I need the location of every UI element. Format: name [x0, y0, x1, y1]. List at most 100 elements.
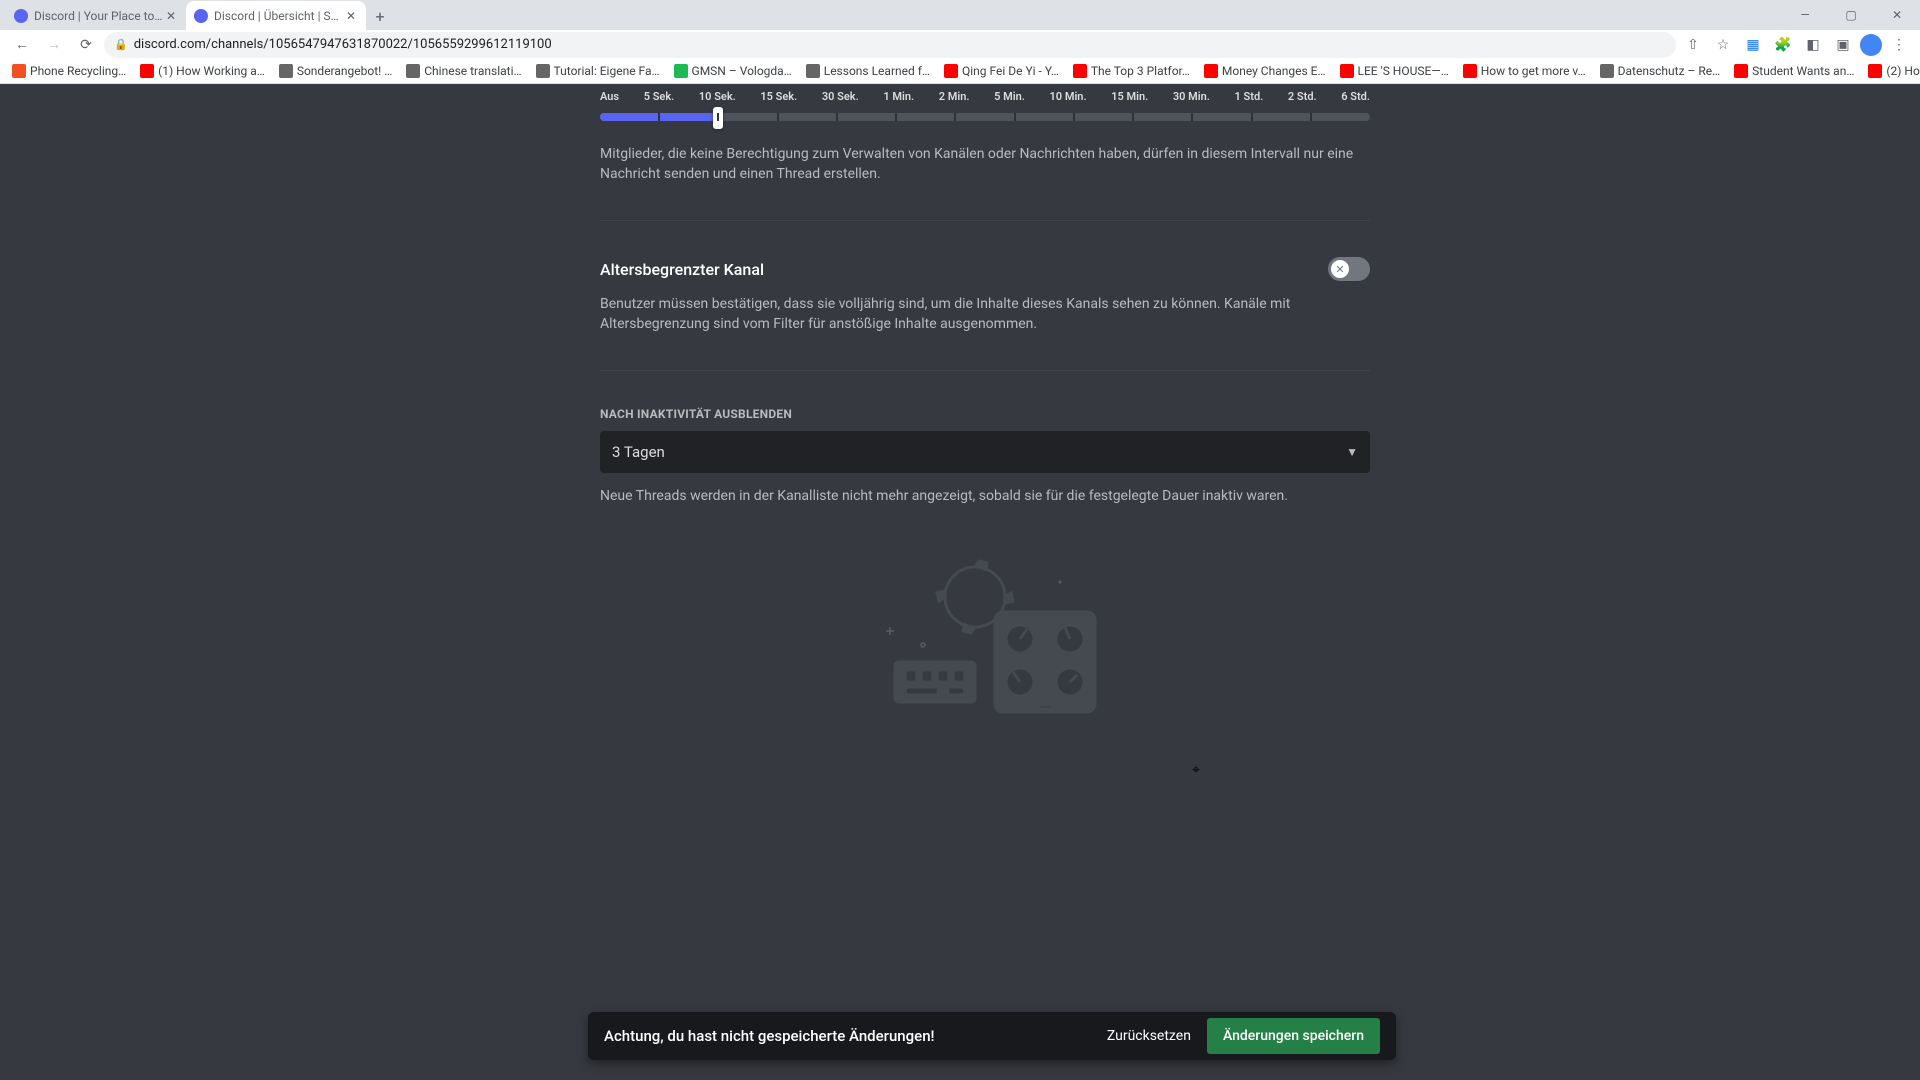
- extension-icon[interactable]: ◧: [1800, 32, 1826, 58]
- inactivity-select[interactable]: 3 Tagen ▼: [600, 431, 1370, 473]
- menu-dots-icon[interactable]: ⋮: [1886, 32, 1912, 58]
- close-window-icon[interactable]: ✕: [1874, 0, 1920, 30]
- slider-tick: [658, 113, 660, 121]
- slider-tick-label: 6 Std.: [1341, 90, 1370, 103]
- bookmark-label: Datenschutz – Re…: [1618, 64, 1721, 78]
- extension-icon[interactable]: ▣: [1830, 32, 1856, 58]
- settings-content: Aus5 Sek.10 Sek.15 Sek.30 Sek.1 Min.2 Mi…: [600, 84, 1370, 1080]
- bookmark-favicon-icon: [1463, 64, 1477, 78]
- bookmark-favicon-icon: [1340, 64, 1354, 78]
- bookmark-favicon-icon: [279, 64, 293, 78]
- bookmark-favicon-icon: [140, 64, 154, 78]
- new-tab-button[interactable]: +: [366, 2, 394, 30]
- bookmark-label: Money Changes E…: [1222, 64, 1326, 78]
- slider-tick: [717, 113, 719, 121]
- slider-tick: [1191, 113, 1193, 121]
- slider-tick: [777, 113, 779, 121]
- bookmark-favicon-icon: [1734, 64, 1748, 78]
- close-icon[interactable]: ✕: [344, 9, 358, 23]
- bookmark-item[interactable]: GMSN – Vologda…: [668, 62, 798, 80]
- bookmark-favicon-icon: [1204, 64, 1218, 78]
- settings-illustration: [600, 557, 1370, 727]
- bookmark-item[interactable]: (2) How To Add A…: [1862, 62, 1920, 80]
- bookmark-label: The Top 3 Platfor…: [1091, 64, 1190, 78]
- bookmark-item[interactable]: Qing Fei De Yi - Y…: [938, 62, 1065, 80]
- share-icon[interactable]: ⇧: [1680, 32, 1706, 58]
- age-restricted-toggle[interactable]: ✕: [1328, 257, 1370, 281]
- facebook-ext-icon[interactable]: ▦: [1740, 32, 1766, 58]
- bookmark-favicon-icon: [1868, 64, 1882, 78]
- star-icon[interactable]: ☆: [1710, 32, 1736, 58]
- maximize-icon[interactable]: ▢: [1828, 0, 1874, 30]
- profile-avatar[interactable]: [1860, 34, 1882, 56]
- slowmode-slider-labels: Aus5 Sek.10 Sek.15 Sek.30 Sek.1 Min.2 Mi…: [600, 90, 1370, 103]
- bookmark-favicon-icon: [1073, 64, 1087, 78]
- slider-tick-label: 15 Sek.: [760, 90, 797, 103]
- slider-tick-label: 5 Min.: [994, 90, 1025, 103]
- bookmark-favicon-icon: [944, 64, 958, 78]
- bookmark-label: Phone Recycling…: [30, 64, 126, 78]
- bookmark-favicon-icon: [12, 64, 26, 78]
- slider-tick: [1310, 113, 1312, 121]
- lock-icon: 🔒: [114, 38, 128, 51]
- minimize-icon[interactable]: —: [1782, 0, 1828, 30]
- bookmark-item[interactable]: LEE 'S HOUSE—…: [1334, 62, 1455, 80]
- slider-tick-label: Aus: [600, 90, 619, 103]
- slider-tick-label: 5 Sek.: [644, 90, 675, 103]
- chevron-down-icon: ▼: [1346, 445, 1358, 459]
- close-icon[interactable]: ✕: [164, 9, 178, 23]
- slider-tick: [1014, 113, 1016, 121]
- bookmark-item[interactable]: Chinese translati…: [400, 62, 527, 80]
- back-icon[interactable]: ←: [8, 31, 36, 59]
- divider: [600, 370, 1370, 371]
- discord-favicon-icon: [14, 9, 28, 23]
- slider-tick-label: 10 Min.: [1050, 90, 1087, 103]
- forward-icon: →: [40, 31, 68, 59]
- reset-button[interactable]: Zurücksetzen: [1091, 1020, 1207, 1052]
- tab-inactive[interactable]: Discord | Your Place to Talk an ✕: [6, 1, 186, 30]
- bookmark-favicon-icon: [536, 64, 550, 78]
- bookmark-favicon-icon: [806, 64, 820, 78]
- bookmark-item[interactable]: Tutorial: Eigene Fa…: [530, 62, 666, 80]
- bookmark-label: Sonderangebot! …: [297, 64, 392, 78]
- bookmark-favicon-icon: [406, 64, 420, 78]
- bookmark-item[interactable]: The Top 3 Platfor…: [1067, 62, 1196, 80]
- bookmark-item[interactable]: Lessons Learned f…: [800, 62, 936, 80]
- save-button[interactable]: Änderungen speichern: [1207, 1018, 1380, 1054]
- toggle-knob-off: ✕: [1331, 260, 1349, 278]
- slider-tick-label: 10 Sek.: [699, 90, 736, 103]
- reload-icon[interactable]: ⟳: [72, 31, 100, 59]
- slider-tick: [954, 113, 956, 121]
- tab-active[interactable]: Discord | Übersicht | Server v ✕: [186, 1, 366, 30]
- slider-tick-label: 30 Min.: [1173, 90, 1210, 103]
- inactivity-label: NACH INAKTIVITÄT AUSBLENDEN: [600, 407, 1370, 421]
- slowmode-slider[interactable]: [600, 113, 1370, 121]
- tab-strip: Discord | Your Place to Talk an ✕ Discor…: [0, 0, 1920, 30]
- slider-tick-label: 2 Min.: [939, 90, 970, 103]
- bookmark-item[interactable]: Money Changes E…: [1198, 62, 1332, 80]
- age-restricted-row: Altersbegrenzter Kanal ✕: [600, 257, 1370, 281]
- url-input[interactable]: 🔒 discord.com/channels/10565479476318700…: [104, 32, 1676, 58]
- tab-title: Discord | Übersicht | Server v: [214, 9, 344, 23]
- slowmode-description: Mitglieder, die keine Berechtigung zum V…: [600, 145, 1370, 184]
- bookmark-label: LEE 'S HOUSE—…: [1358, 64, 1449, 78]
- inactivity-description: Neue Threads werden in der Kanalliste ni…: [600, 487, 1370, 507]
- bookmark-item[interactable]: (1) How Working a…: [134, 62, 271, 80]
- age-restricted-description: Benutzer müssen bestätigen, dass sie vol…: [600, 295, 1370, 334]
- bookmark-favicon-icon: [1600, 64, 1614, 78]
- bookmark-item[interactable]: How to get more v…: [1457, 62, 1592, 80]
- slider-tick: [895, 113, 897, 121]
- slider-tick: [1073, 113, 1075, 121]
- slider-tick-label: 2 Std.: [1288, 90, 1317, 103]
- bookmark-item[interactable]: Student Wants an…: [1728, 62, 1860, 80]
- bookmark-favicon-icon: [674, 64, 688, 78]
- bookmark-item[interactable]: Sonderangebot! …: [273, 62, 398, 80]
- bookmark-item[interactable]: Datenschutz – Re…: [1594, 62, 1727, 80]
- bookmark-item[interactable]: Phone Recycling…: [6, 62, 132, 80]
- bookmark-label: Student Wants an…: [1752, 64, 1854, 78]
- inactivity-value: 3 Tagen: [612, 443, 665, 461]
- slider-tick: [1132, 113, 1134, 121]
- puzzle-ext-icon[interactable]: 🧩: [1770, 32, 1796, 58]
- slider-tick-label: 15 Min.: [1111, 90, 1148, 103]
- tab-title: Discord | Your Place to Talk an: [34, 9, 164, 23]
